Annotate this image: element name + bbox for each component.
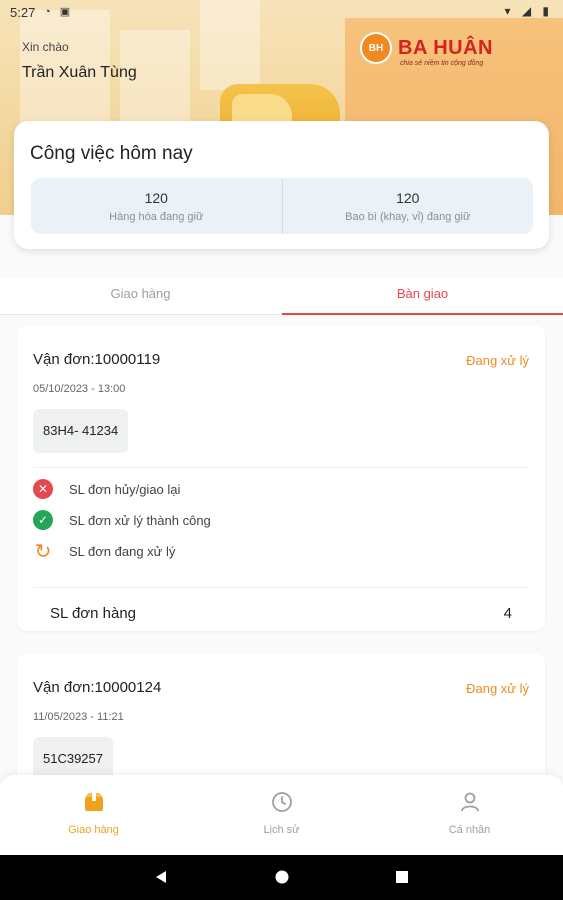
- legend-row-pending: ↻ SL đơn đang xử lý: [33, 540, 176, 563]
- nav-label: Giao hàng: [68, 824, 119, 836]
- order-status: Đang xử lý: [466, 353, 529, 368]
- order-status: Đang xử lý: [466, 681, 529, 696]
- stat-value: 120: [144, 190, 168, 206]
- nav-label: Cá nhân: [448, 824, 491, 836]
- system-status-icons: ▾ ◢ ▮: [504, 4, 553, 18]
- box-icon: [83, 791, 105, 818]
- nav-history[interactable]: Lịch sử: [188, 775, 375, 855]
- legend-row-success: ✓ SL đơn xử lý thành công: [33, 510, 211, 530]
- order-date: 11/05/2023 - 11:21: [33, 711, 124, 723]
- footer-divider: [33, 587, 529, 588]
- vehicle-plate: 83H4- 41234: [33, 409, 129, 453]
- stat-packaging-held: 120 Bao bì (khay, vỉ) đang giữ: [281, 178, 534, 234]
- stat-goods-held: 120 Hàng hóa đang giữ: [31, 178, 282, 234]
- brand-mark: BH: [360, 32, 392, 64]
- today-title: Công việc hôm nay: [30, 143, 193, 164]
- today-stats: 120 Hàng hóa đang giữ 120 Bao bì (khay, …: [31, 178, 533, 234]
- nav-label: Lịch sử: [263, 824, 300, 836]
- cancel-icon: ✕: [33, 479, 53, 499]
- legend-label: SL đơn xử lý thành công: [69, 512, 211, 528]
- legend-label: SL đơn đang xử lý: [69, 543, 176, 559]
- order-card[interactable]: Vận đơn:10000124 Đang xử lý 11/05/2023 -…: [17, 653, 545, 775]
- check-icon: ✓: [33, 510, 53, 530]
- stat-label: Bao bì (khay, vỉ) đang giữ: [345, 211, 471, 223]
- nav-profile[interactable]: Cá nhân: [376, 775, 563, 855]
- order-count-label: SL đơn hàng: [50, 605, 137, 622]
- recents-icon[interactable]: [394, 869, 410, 890]
- tab-bar: Giao hàng Bàn giao: [0, 278, 563, 315]
- legend-divider: [33, 467, 529, 468]
- greeting-label: Xin chào: [22, 40, 69, 54]
- brand-name: BA HUÂN: [398, 36, 493, 59]
- order-count-value: 4: [503, 605, 512, 622]
- notification-icons: ◔ ▣: [44, 6, 74, 18]
- today-card: Công việc hôm nay 120 Hàng hóa đang giữ …: [14, 121, 549, 249]
- vehicle-plate: 51C39257: [33, 737, 113, 775]
- legend-row-cancelled: ✕ SL đơn hủy/giao lại: [33, 479, 180, 499]
- status-time: 5:27: [10, 5, 36, 20]
- system-nav-bar: [0, 855, 563, 900]
- tab-delivery[interactable]: Giao hàng: [0, 278, 281, 314]
- brand-tagline: chia sẻ niềm tin cộng đồng: [400, 60, 484, 67]
- order-title: Vận đơn:10000124: [33, 679, 162, 696]
- order-title: Vận đơn:10000119: [33, 351, 161, 368]
- stat-value: 120: [396, 190, 420, 206]
- back-icon[interactable]: [153, 869, 169, 890]
- home-icon[interactable]: [274, 869, 290, 890]
- nav-delivery[interactable]: Giao hàng: [0, 775, 187, 855]
- user-name: Trần Xuân Tùng: [22, 64, 137, 81]
- refresh-icon: ↻: [34, 540, 52, 563]
- clock-icon: [271, 791, 293, 818]
- order-card[interactable]: Vận đơn:10000119 Đang xử lý 05/10/2023 -…: [17, 325, 545, 631]
- stat-label: Hàng hóa đang giữ: [109, 211, 204, 223]
- legend-label: SL đơn hủy/giao lại: [69, 481, 181, 497]
- bottom-nav: Giao hàng Lịch sử Cá nhân: [0, 775, 563, 855]
- status-bar: 5:27 ◔ ▣ ▾ ◢ ▮: [0, 0, 563, 24]
- order-list: Vận đơn:10000119 Đang xử lý 05/10/2023 -…: [0, 315, 563, 775]
- tab-handover[interactable]: Bàn giao: [282, 278, 563, 315]
- order-date: 05/10/2023 - 13:00: [33, 383, 126, 395]
- person-icon: [459, 791, 481, 818]
